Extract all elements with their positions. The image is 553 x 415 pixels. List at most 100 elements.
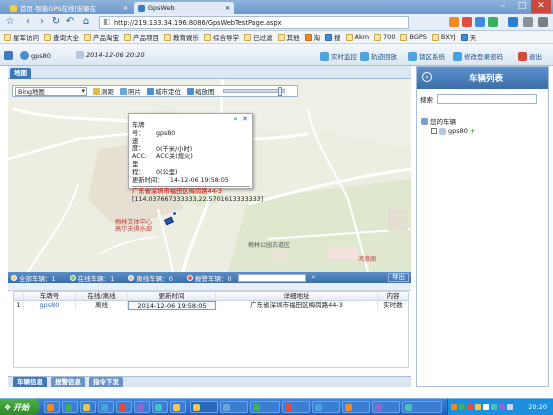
all-vehicles-filter[interactable]: 全部车辆：1 (11, 273, 56, 283)
bookmark[interactable]: Akm (345, 33, 369, 41)
col-update-time[interactable]: 更新时间 (128, 292, 216, 300)
taskbar-window[interactable] (312, 401, 340, 413)
tab-alarm-info[interactable]: 报警信息 (51, 377, 85, 387)
tab-home[interactable]: 首页-智能GPS在线|安康在 ✕ (6, 2, 132, 14)
logout-link[interactable]: 退出 (518, 51, 542, 61)
map-type-select[interactable]: Bing地图 (15, 86, 87, 96)
taskbar-window[interactable] (220, 401, 248, 413)
zoom-slider-thumb[interactable] (277, 87, 282, 96)
bookmark[interactable]: 其他 (277, 32, 300, 42)
col-status[interactable]: 在线/离线 (76, 292, 128, 300)
extension-icon[interactable] (462, 17, 472, 27)
online-vehicles-filter[interactable]: 在线车辆：1 (69, 273, 114, 283)
status-search-input[interactable] (237, 273, 306, 282)
close-icon[interactable]: ✕ (242, 115, 248, 123)
bookmark[interactable]: 教育娱乐 (164, 32, 199, 42)
bookmark[interactable]: BXYJ (431, 33, 456, 41)
lock-system-link[interactable]: 锁区系统 (408, 51, 445, 61)
taskbar-app[interactable] (98, 401, 114, 413)
volume-icon[interactable] (507, 404, 513, 410)
realtime-monitor-link[interactable]: 实时监控 (320, 51, 357, 61)
taskbar-app[interactable] (170, 401, 186, 413)
expand-icon[interactable]: » (233, 115, 237, 123)
tree-toggle-icon[interactable] (421, 117, 428, 125)
taskbar-app[interactable] (152, 401, 168, 413)
back-icon[interactable]: ‹ (22, 16, 34, 28)
start-button[interactable]: ❖ 开始 (0, 399, 40, 415)
bookmark[interactable]: 星军访问 (4, 32, 39, 42)
photo-tool[interactable]: 照片 (120, 86, 141, 96)
offline-vehicles-filter[interactable]: 离线车辆：0 (128, 273, 173, 283)
tray-icon[interactable] (451, 404, 457, 410)
tray-icon[interactable] (499, 404, 505, 410)
collapse-icon[interactable]: › (422, 72, 432, 82)
city-locate-tool[interactable]: 城市定位 (147, 86, 181, 96)
bookmark[interactable]: 查询大全 (44, 32, 79, 42)
menu-icon[interactable] (523, 17, 533, 27)
address-bar[interactable]: ◧ http://219.133.34.196:8086/GpsWebTestP… (99, 16, 409, 29)
add-icon[interactable]: + (470, 127, 475, 135)
checkbox[interactable] (431, 128, 437, 134)
favorites-icon[interactable]: ☆ (4, 16, 16, 28)
forward-icon[interactable]: › (36, 16, 48, 28)
refresh-icon[interactable]: ↻ (50, 16, 62, 28)
bookmark[interactable]: 已过滤 (244, 32, 273, 42)
tab-map[interactable]: 地图 (10, 68, 31, 79)
taskbar-app[interactable] (62, 401, 78, 413)
table-row[interactable]: 1 gps80 离线 2014-12-06 19:58:05 广东省深圳市福田区… (14, 301, 408, 310)
export-button[interactable]: 导出 (388, 273, 409, 282)
minimize-button[interactable]: – (493, 0, 513, 13)
col-address[interactable]: 详细地址 (216, 292, 378, 300)
taskbar-window[interactable] (402, 401, 442, 413)
settings-icon[interactable] (538, 17, 548, 27)
tray-icon[interactable] (467, 404, 473, 410)
bookmark[interactable]: 淘 (304, 32, 320, 42)
track-playback-link[interactable]: 轨迹回放 (360, 51, 397, 61)
home-icon[interactable]: ⌂ (80, 16, 92, 28)
taskbar-window[interactable] (282, 401, 310, 413)
close-icon[interactable]: ✕ (123, 5, 128, 12)
extension-icon[interactable] (449, 17, 459, 27)
tree-group[interactable]: 您的车辆 (421, 116, 456, 126)
tree-item-vehicle[interactable]: gps80 + (431, 127, 475, 135)
tab-send-command[interactable]: 指令下发 (89, 377, 123, 387)
vehicle-search-input[interactable] (437, 94, 537, 104)
close-window-button[interactable]: ✕ (531, 0, 551, 13)
bookmark[interactable]: 搜 (325, 32, 341, 42)
bookmark[interactable]: 综合导学 (204, 32, 239, 42)
tray-icon[interactable] (483, 404, 489, 410)
tray-icon[interactable] (459, 404, 465, 410)
bookmark[interactable]: 产品项目 (124, 32, 159, 42)
extension-icon[interactable] (488, 17, 498, 27)
bookmark[interactable]: 天 (460, 32, 476, 42)
col-plate[interactable]: 车牌号 (24, 292, 76, 300)
change-password-link[interactable]: 修改登录密码 (453, 51, 503, 61)
taskbar-app[interactable] (80, 401, 96, 413)
taskbar-app[interactable] (116, 401, 132, 413)
bookmark[interactable]: 产品淘宝 (84, 32, 119, 42)
taskbar-window[interactable] (250, 401, 280, 413)
taskbar-window[interactable] (190, 401, 218, 413)
tray-icon[interactable] (475, 404, 481, 410)
col-content[interactable]: 内容 (378, 292, 408, 300)
home-link[interactable] (4, 51, 13, 60)
tray-icon[interactable] (491, 404, 497, 410)
tab-vehicle-info[interactable]: 车辆信息 (13, 377, 47, 387)
undo-icon[interactable]: ↶ (64, 16, 76, 28)
taskbar-app[interactable] (44, 401, 60, 413)
zoom-tool[interactable]: 缩放图 (187, 86, 215, 96)
taskbar-window[interactable] (372, 401, 400, 413)
taskbar-app[interactable] (134, 401, 150, 413)
taskbar-window[interactable] (342, 401, 370, 413)
close-icon[interactable]: ✕ (225, 5, 230, 12)
bookmark[interactable]: 700 (374, 33, 395, 41)
search-icon[interactable]: ⌕ (312, 273, 316, 282)
tab-gpsweb[interactable]: GpsWeb ✕ (134, 2, 234, 14)
alarm-vehicles-filter[interactable]: 报警车辆：0 (186, 273, 232, 283)
zoom-slider[interactable] (222, 87, 285, 96)
bookmark[interactable]: BGPS (400, 33, 427, 41)
extension-icon[interactable] (475, 17, 485, 27)
extension-icon[interactable] (508, 17, 518, 27)
measure-tool[interactable]: 测距 (93, 86, 114, 96)
maximize-button[interactable]: □ (512, 0, 532, 13)
